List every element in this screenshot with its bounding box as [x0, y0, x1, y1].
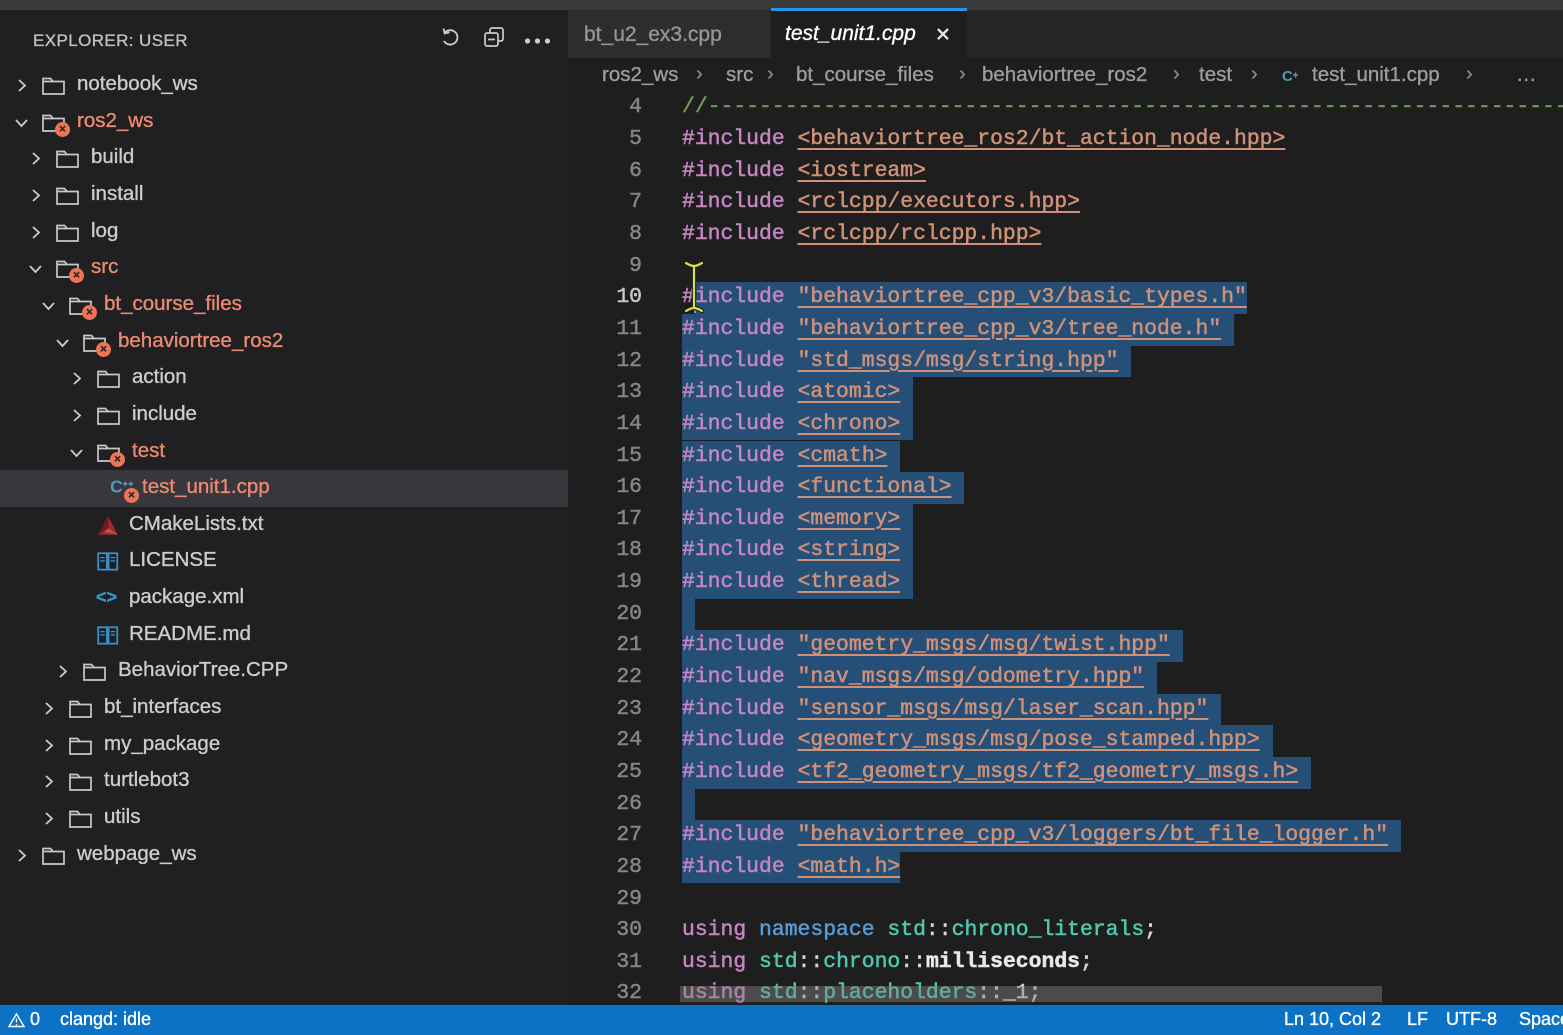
svg-text:C: C: [110, 477, 123, 497]
svg-text:C: C: [1282, 68, 1293, 85]
